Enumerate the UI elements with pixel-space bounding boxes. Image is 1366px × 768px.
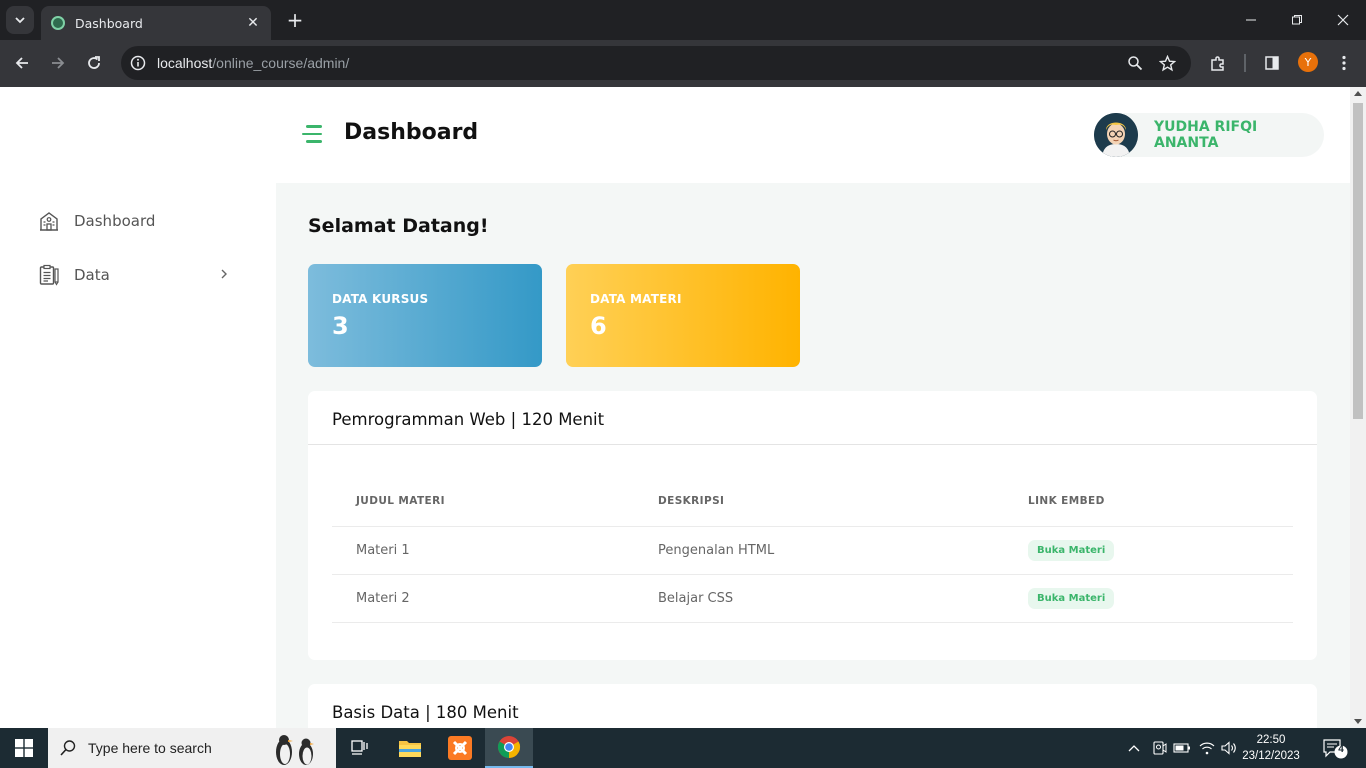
- table-header: JUDUL MATERI DESKRIPSI LINK EMBED: [332, 476, 1293, 527]
- site-info-icon[interactable]: [127, 52, 149, 74]
- scrollbar-thumb[interactable]: [1353, 103, 1363, 419]
- hamburger-menu-icon[interactable]: [302, 125, 322, 143]
- course-title: Basis Data | 180 Menit: [332, 703, 519, 722]
- windows-start-icon[interactable]: [0, 728, 48, 768]
- school-building-icon: [38, 210, 60, 232]
- cell-judul: Materi 2: [356, 591, 410, 606]
- cell-deskripsi: Pengenalan HTML: [658, 543, 775, 558]
- profile-avatar[interactable]: Y: [1298, 52, 1318, 72]
- reload-icon[interactable]: [80, 49, 108, 77]
- welcome-heading: Selamat Datang!: [308, 215, 489, 237]
- notification-count: 4: [1338, 744, 1344, 755]
- course-title: Pemrogramman Web | 120 Menit: [308, 391, 1317, 445]
- taskbar-search-input[interactable]: Type here to search: [48, 728, 336, 768]
- stat-value: 3: [332, 312, 349, 340]
- extensions-puzzle-icon[interactable]: [1207, 52, 1229, 74]
- xampp-icon[interactable]: [436, 728, 484, 768]
- cell-deskripsi: Belajar CSS: [658, 591, 734, 606]
- notification-center-icon[interactable]: 4: [1320, 736, 1350, 760]
- stat-value: 6: [590, 312, 607, 340]
- sidebar-item-dashboard[interactable]: Dashboard: [38, 206, 228, 236]
- search-placeholder: Type here to search: [88, 740, 212, 756]
- cell-judul: Materi 1: [356, 543, 410, 558]
- scroll-up-arrow-icon[interactable]: [1354, 91, 1362, 96]
- url-host: localhost: [157, 55, 213, 71]
- browser-toolbar: localhost/online_course/admin/ Y: [0, 40, 1366, 87]
- file-explorer-icon[interactable]: [386, 728, 434, 768]
- stat-card-materi[interactable]: DATA MATERI 6: [566, 264, 800, 367]
- forward-arrow-icon[interactable]: [44, 49, 72, 77]
- search-icon: [48, 739, 88, 757]
- wifi-icon[interactable]: [1197, 738, 1217, 758]
- stat-label: DATA MATERI: [590, 292, 682, 306]
- kebab-menu-icon[interactable]: [1333, 52, 1355, 74]
- column-header: LINK EMBED: [1028, 495, 1105, 507]
- side-panel-icon[interactable]: [1261, 52, 1283, 74]
- task-view-icon[interactable]: [336, 728, 384, 768]
- battery-icon[interactable]: [1172, 738, 1192, 758]
- url-text[interactable]: localhost/online_course/admin/: [157, 55, 1191, 71]
- column-header: DESKRIPSI: [658, 495, 725, 507]
- user-profile-chip[interactable]: YUDHA RIFQI ANANTA: [1094, 113, 1324, 157]
- buka-materi-link[interactable]: Buka Materi: [1028, 588, 1115, 609]
- toolbar-divider: [1244, 54, 1246, 72]
- minimize-icon[interactable]: [1228, 0, 1274, 40]
- sidebar-item-data[interactable]: Data: [38, 260, 228, 290]
- table-row: Materi 1 Pengenalan HTML Buka Materi: [332, 527, 1293, 575]
- volume-icon[interactable]: [1219, 738, 1239, 758]
- page-scrollbar[interactable]: [1350, 87, 1366, 728]
- browser-tab[interactable]: Dashboard ✕: [41, 6, 271, 40]
- buka-materi-link[interactable]: Buka Materi: [1028, 540, 1115, 561]
- course-card: Basis Data | 180 Menit: [308, 684, 1317, 728]
- scroll-down-arrow-icon[interactable]: [1354, 719, 1362, 724]
- new-tab-plus-icon[interactable]: +: [283, 8, 307, 32]
- page-viewport: Dashboard Data Dashboard YUDHA RIFQI ANA…: [0, 87, 1350, 728]
- back-arrow-icon[interactable]: [8, 49, 36, 77]
- page-header: Dashboard YUDHA RIFQI ANANTA: [276, 87, 1350, 183]
- page-title: Dashboard: [344, 120, 479, 145]
- course-card: Pemrogramman Web | 120 Menit JUDUL MATER…: [308, 391, 1317, 660]
- zoom-magnifier-icon[interactable]: [1126, 54, 1144, 72]
- bookmark-star-icon[interactable]: [1158, 54, 1176, 72]
- stat-card-kursus[interactable]: DATA KURSUS 3: [308, 264, 542, 367]
- url-path: /online_course/admin/: [212, 55, 350, 71]
- main-content: Selamat Datang! DATA KURSUS 3 DATA MATER…: [276, 183, 1350, 728]
- show-hidden-icons-chevron-icon[interactable]: [1124, 738, 1144, 758]
- sidebar-item-label: Data: [74, 266, 110, 284]
- meet-now-icon[interactable]: [1149, 738, 1169, 758]
- user-name: YUDHA RIFQI ANANTA: [1154, 119, 1258, 151]
- penguins-search-highlight-icon: [276, 735, 314, 765]
- avatar: [1094, 113, 1138, 157]
- clock-date: 23/12/2023: [1242, 750, 1300, 762]
- windows-taskbar: Type here to search 22:50 23/12/2023 4: [0, 728, 1366, 768]
- tab-search-chevron-icon[interactable]: [6, 6, 34, 34]
- table-row: Materi 2 Belajar CSS Buka Materi: [332, 575, 1293, 623]
- address-bar[interactable]: localhost/online_course/admin/: [121, 46, 1191, 80]
- tab-close-icon[interactable]: ✕: [245, 15, 261, 31]
- stat-label: DATA KURSUS: [332, 292, 429, 306]
- chrome-icon[interactable]: [485, 728, 533, 768]
- sidebar: Dashboard Data: [0, 87, 276, 728]
- close-window-icon[interactable]: [1320, 0, 1366, 40]
- taskbar-clock[interactable]: 22:50 23/12/2023: [1240, 732, 1302, 764]
- column-header: JUDUL MATERI: [356, 495, 445, 507]
- clipboard-list-icon: [38, 264, 60, 286]
- chevron-right-icon: [220, 267, 228, 283]
- tab-title: Dashboard: [75, 15, 143, 31]
- site-favicon-icon: [51, 16, 65, 30]
- restore-icon[interactable]: [1274, 0, 1320, 40]
- materi-table: JUDUL MATERI DESKRIPSI LINK EMBED Materi…: [332, 476, 1293, 623]
- browser-tab-bar: Dashboard ✕ +: [0, 0, 1366, 40]
- clock-time: 22:50: [1256, 734, 1286, 746]
- sidebar-item-label: Dashboard: [74, 212, 156, 230]
